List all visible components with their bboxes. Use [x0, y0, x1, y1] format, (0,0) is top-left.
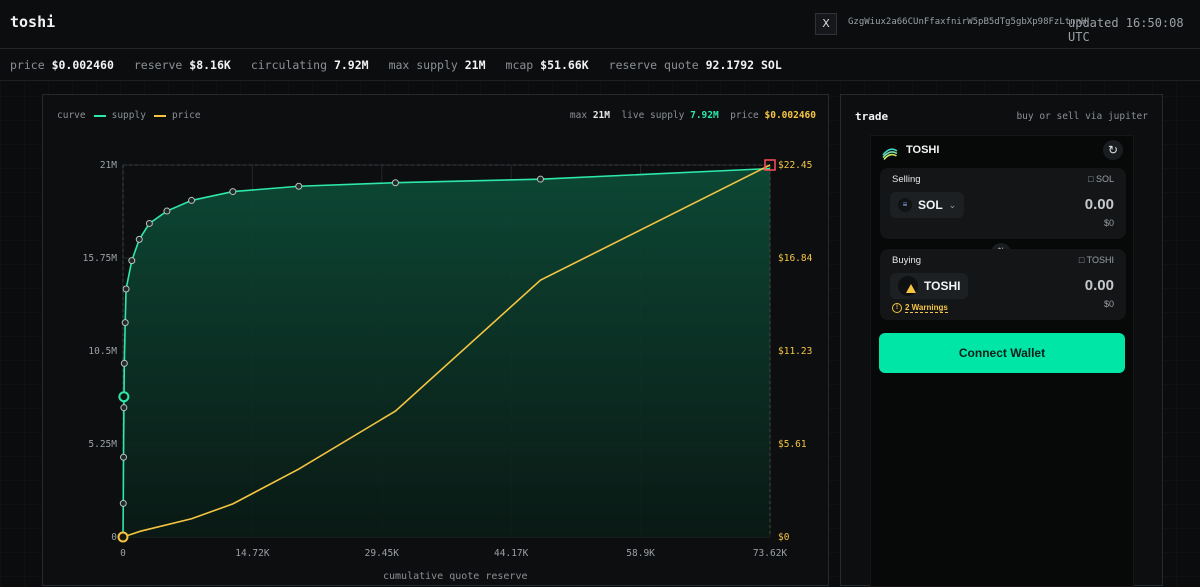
- legend-supply: supply: [111, 110, 146, 121]
- y-left-tick-label: 15.75M: [83, 253, 118, 264]
- supply-point: [135, 235, 143, 243]
- top-bar: toshi X GzgWiux2a66CUnFfaxfnirW5pB5dTg5g…: [0, 0, 1200, 49]
- supply-point: [120, 359, 128, 367]
- supply-point: [229, 188, 237, 196]
- buying-box: Buying □ TOSHI TOSHI 0.00 $0 ! 2 Warning…: [880, 249, 1126, 320]
- supply-point: [295, 182, 303, 190]
- connect-wallet-button[interactable]: Connect Wallet: [879, 333, 1125, 373]
- chart-legend: curve supply price: [57, 110, 201, 121]
- supply-area: [123, 168, 770, 537]
- y-right-tick-label: $16.84: [778, 253, 813, 264]
- x-tick-label: 44.17K: [494, 548, 529, 559]
- current-supply-marker: [118, 391, 130, 403]
- y-left-tick-label: 10.5M: [88, 346, 117, 357]
- y-left-tick-label: 5.25M: [88, 439, 117, 450]
- trade-title: trade: [855, 110, 889, 123]
- buying-balance: □ TOSHI: [1078, 255, 1114, 265]
- supply-point: [128, 257, 136, 265]
- app-title: toshi: [10, 13, 56, 31]
- y-right-tick-label: $0: [778, 532, 790, 543]
- legend-title: curve: [57, 110, 86, 121]
- sol-icon: ≡: [898, 198, 912, 212]
- stat-circulating: circulating 7.92M: [250, 57, 369, 72]
- stat-price: price $0.002460: [10, 57, 114, 72]
- stat-mcap: mcap $51.66K: [505, 57, 589, 72]
- selling-token-select[interactable]: ≡ SOL ⌄: [890, 192, 965, 218]
- trade-subtitle: buy or sell via jupiter: [1016, 111, 1148, 122]
- refresh-icon[interactable]: ↻: [1103, 140, 1123, 160]
- jupiter-token-name: TOSHI: [906, 144, 940, 156]
- supply-point: [120, 453, 128, 461]
- supply-point: [122, 285, 130, 293]
- buying-label: Buying: [892, 255, 922, 266]
- selling-balance: □ SOL: [1088, 174, 1114, 184]
- buying-token: TOSHI: [924, 279, 961, 293]
- supply-point: [188, 196, 196, 204]
- selling-usd: $0: [1103, 218, 1114, 228]
- y-right-tick-label: $5.61: [778, 439, 807, 450]
- trade-panel: trade buy or sell via jupiter TOSHI ↻ Se…: [840, 94, 1163, 587]
- stat-max-supply: max supply 21M: [388, 57, 486, 72]
- y-left-tick-label: 21M: [100, 160, 117, 171]
- supply-point: [536, 175, 544, 183]
- x-tick-label: 29.45K: [365, 548, 400, 559]
- current-price-marker: [117, 531, 129, 543]
- token-address[interactable]: GzgWiux2a66CUnFfaxfnirW5pB5dTg5gbXp98FzL…: [848, 17, 1086, 27]
- buying-usd: $0: [1103, 299, 1114, 309]
- jupiter-logo-icon: [882, 148, 898, 161]
- warning-icon: !: [892, 303, 902, 313]
- legend-price: price: [171, 110, 201, 121]
- warnings-link[interactable]: ! 2 Warnings: [892, 303, 948, 313]
- bonding-curve-panel: 0 14.72K 29.45K 44.17K 58.9K 73.62K 0 5.25M 10.5…: [42, 94, 829, 586]
- chart-stats: max 21M live supply 7.92M price $0.00246…: [569, 110, 816, 121]
- selling-box: Selling □ SOL ≡ SOL ⌄ 0.00 $0: [880, 168, 1126, 239]
- x-axis-label: cumulative quote reserve: [383, 571, 528, 582]
- supply-point: [391, 179, 399, 187]
- chevron-down-icon: ⌄: [948, 199, 957, 210]
- x-tick-label: 0: [120, 548, 126, 559]
- supply-point: [119, 499, 127, 507]
- y-right-tick-label: $22.45: [778, 160, 812, 171]
- selling-amount[interactable]: 0.00: [1085, 196, 1114, 213]
- legend-supply-swatch: [93, 114, 106, 117]
- y-left-tick-label: 0: [111, 532, 117, 543]
- legend-price-swatch: [153, 114, 166, 117]
- jupiter-widget: TOSHI ↻ Selling □ SOL ≡ SOL ⌄ 0.00 $0 ⇅ …: [870, 135, 1134, 587]
- supply-point: [145, 219, 153, 227]
- stat-reserve: reserve $8.16K: [133, 57, 231, 72]
- supply-point: [120, 404, 128, 412]
- x-tick-label: 58.9K: [626, 548, 655, 559]
- updated-timestamp: updated 16:50:08 UTC: [1068, 16, 1184, 44]
- buying-amount[interactable]: 0.00: [1085, 277, 1114, 294]
- x-social-button[interactable]: X: [815, 13, 837, 35]
- buying-token-select[interactable]: TOSHI: [890, 273, 969, 299]
- stat-reserve-quote: reserve quote 92.1792 SOL: [608, 57, 782, 72]
- supply-point: [163, 207, 171, 215]
- toshi-token-icon: [898, 276, 918, 296]
- stats-bar: price $0.002460 reserve $8.16K circulati…: [0, 49, 1200, 81]
- selling-label: Selling: [892, 174, 921, 185]
- y-right-tick-label: $11.23: [778, 346, 812, 357]
- bonding-curve-chart: 0 14.72K 29.45K 44.17K 58.9K 73.62K 0 5.25M 10.5…: [83, 159, 813, 559]
- x-tick-label: 14.72K: [235, 548, 270, 559]
- selling-token: SOL: [918, 198, 943, 212]
- x-tick-label: 73.62K: [753, 548, 788, 559]
- supply-point: [121, 319, 129, 327]
